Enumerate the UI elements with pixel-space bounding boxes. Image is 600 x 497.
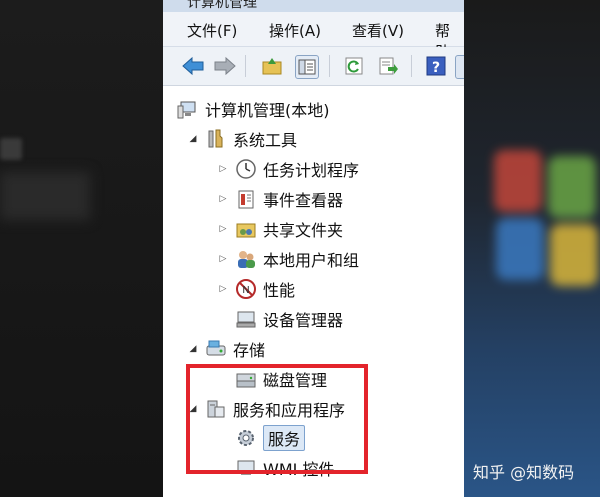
export-list-icon[interactable]: [377, 55, 399, 77]
tree-label: 存储: [233, 341, 266, 360]
back-arrow-icon[interactable]: [181, 55, 204, 77]
tree-label: 性能: [263, 281, 296, 300]
tree-item-event-viewer[interactable]: ▷ 事件查看器: [217, 186, 343, 212]
desktop-background-left: [0, 0, 163, 497]
help-icon[interactable]: ?: [425, 55, 447, 77]
title-bar: 计算机管理: [163, 0, 464, 12]
tree-item-device-manager[interactable]: 设备管理器: [235, 306, 343, 332]
blurred-icon: [0, 138, 22, 160]
expand-arrow-icon[interactable]: ▷: [217, 284, 229, 294]
tree-item-task-scheduler[interactable]: ▷ 任务计划程序: [217, 156, 359, 182]
device-manager-icon: [235, 308, 257, 330]
show-hide-tree-icon[interactable]: [295, 55, 319, 79]
toolbar-separator: [411, 55, 412, 77]
toolbar-overflow-button[interactable]: [455, 55, 464, 79]
tree-label: 计算机管理(本地): [205, 101, 330, 120]
storage-icon: [205, 338, 227, 360]
menu-action[interactable]: 操作(A): [269, 20, 321, 41]
tree-label: 设备管理器: [263, 311, 344, 330]
tree-item-storage[interactable]: ◢ 存储: [187, 336, 265, 362]
desktop-background-right: [464, 0, 600, 497]
toolbar-separator: [329, 55, 330, 77]
watermark: 知乎 @知数码: [473, 463, 575, 482]
blurred-text: [0, 172, 90, 220]
expand-arrow-icon[interactable]: ▷: [217, 164, 229, 174]
highlight-box: [186, 364, 368, 474]
svg-text:N: N: [242, 285, 249, 296]
computer-management-icon: [177, 98, 199, 120]
tree-item-local-users[interactable]: ▷ 本地用户和组: [217, 246, 359, 272]
expand-arrow-icon[interactable]: ▷: [217, 224, 229, 234]
up-folder-icon[interactable]: [261, 55, 283, 77]
collapse-arrow-icon[interactable]: ◢: [187, 344, 199, 354]
toolbar: ?: [163, 47, 464, 86]
tree-label: 系统工具: [233, 131, 298, 150]
tree-item-shared-folders[interactable]: ▷ 共享文件夹: [217, 216, 343, 242]
tree-label: 共享文件夹: [263, 221, 344, 240]
refresh-icon[interactable]: [343, 55, 365, 77]
tree-item-root[interactable]: 计算机管理(本地): [177, 96, 330, 122]
expand-arrow-icon[interactable]: ▷: [217, 194, 229, 204]
tree-label: 任务计划程序: [263, 161, 360, 180]
tree-item-system-tools[interactable]: ◢ 系统工具: [187, 126, 297, 152]
menu-file[interactable]: 文件(F): [187, 20, 237, 41]
expand-arrow-icon[interactable]: ▷: [217, 254, 229, 264]
users-group-icon: [235, 248, 257, 270]
svg-text:?: ?: [432, 60, 440, 76]
forward-arrow-icon[interactable]: [213, 55, 236, 77]
menu-view[interactable]: 查看(V): [352, 20, 404, 41]
windows-logo-icon: [494, 150, 600, 300]
clock-icon: [235, 158, 257, 180]
tree-label: 事件查看器: [263, 191, 344, 210]
event-viewer-icon: [235, 188, 257, 210]
window-title: 计算机管理: [187, 0, 257, 11]
performance-icon: N: [235, 278, 257, 300]
tree-label: 本地用户和组: [263, 251, 360, 270]
system-tools-icon: [205, 128, 227, 150]
tree-item-performance[interactable]: ▷ N 性能: [217, 276, 295, 302]
toolbar-separator: [245, 55, 246, 77]
collapse-arrow-icon[interactable]: ◢: [187, 134, 199, 144]
shared-folder-icon: [235, 218, 257, 240]
menu-bar: 文件(F) 操作(A) 查看(V) 帮助: [163, 12, 464, 61]
